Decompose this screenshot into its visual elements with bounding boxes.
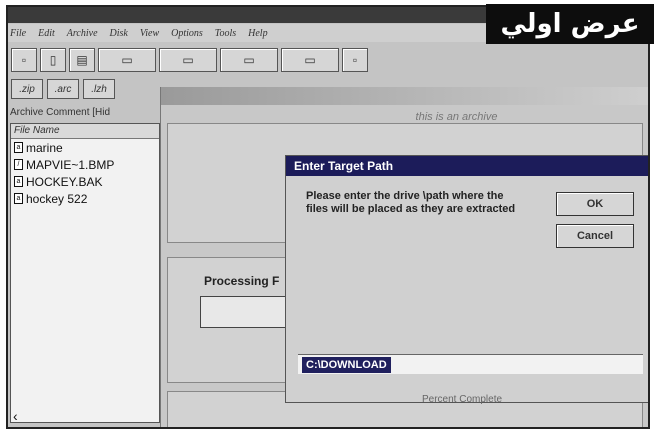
add-icon: ▭ <box>121 53 133 67</box>
printer-icon: ▤ <box>76 53 88 67</box>
file-name: MAPVIE~1.BMP <box>26 157 115 172</box>
zip-format-button[interactable]: .zip <box>11 79 43 99</box>
list-item[interactable]: a HOCKEY.BAK <box>11 173 159 190</box>
file-icon: a <box>14 176 23 187</box>
menu-options[interactable]: Options <box>171 28 203 39</box>
menu-archive[interactable]: Archive <box>67 28 98 39</box>
cancel-button[interactable]: Cancel <box>556 224 634 248</box>
dialog-message: Please enter the drive \path where the f… <box>306 190 516 215</box>
lzh-format-button[interactable]: .lzh <box>83 79 115 99</box>
add-files-button[interactable]: ▭ <box>98 48 156 72</box>
list-item[interactable]: / MAPVIE~1.BMP <box>11 156 159 173</box>
menu-disk[interactable]: Disk <box>110 28 128 39</box>
arc-format-button[interactable]: .arc <box>47 79 79 99</box>
menu-edit[interactable]: Edit <box>38 28 55 39</box>
main-toolbar: ▫ ▯ ▤ ▭ ▭ ▭ ▭ ▫ <box>8 45 648 75</box>
print-button[interactable]: ▤ <box>69 48 95 72</box>
archive-info-title-bar <box>161 87 648 105</box>
image-file-icon: / <box>14 159 23 170</box>
percent-complete-label: Percent Complete <box>422 394 503 405</box>
menu-tools[interactable]: Tools <box>215 28 236 39</box>
new-icon: ▫ <box>21 53 27 67</box>
file-name: HOCKEY.BAK <box>26 174 103 189</box>
open-icon: ▯ <box>49 53 57 67</box>
scroll-left-arrow-icon[interactable]: ‹ <box>13 408 18 424</box>
ok-button[interactable]: OK <box>556 192 634 216</box>
caption-badge: عرض اولي <box>486 4 654 44</box>
file-icon: a <box>14 193 23 204</box>
enter-target-path-dialog: Enter Target Path Please enter the drive… <box>285 155 648 405</box>
wizard-button[interactable]: ▫ <box>342 48 368 72</box>
extract-button[interactable]: ▭ <box>159 48 217 72</box>
list-item[interactable]: a hockey 522 <box>11 190 159 207</box>
file-icon: a <box>14 142 23 153</box>
dialog-title: Enter Target Path <box>286 156 648 176</box>
target-path-input[interactable]: C:\DOWNLOAD <box>298 354 643 374</box>
list-item[interactable]: a marine <box>11 139 159 156</box>
processing-field <box>200 296 290 328</box>
file-name-column-header[interactable]: File Name <box>11 124 159 139</box>
target-path-value: C:\DOWNLOAD <box>302 357 391 373</box>
checkout-icon: ▭ <box>304 53 316 67</box>
file-name: hockey 522 <box>26 191 88 206</box>
new-archive-button[interactable]: ▫ <box>11 48 37 72</box>
menu-view[interactable]: View <box>140 28 159 39</box>
view-button[interactable]: ▭ <box>220 48 278 72</box>
wizard-icon: ▫ <box>352 53 358 67</box>
processing-label: Processing F <box>204 274 280 288</box>
archive-info-subtitle: this is an archive <box>415 111 498 123</box>
menu-help[interactable]: Help <box>248 28 267 39</box>
file-list: File Name a marine / MAPVIE~1.BMP a HOCK… <box>10 123 160 424</box>
archive-comment-label: Archive Comment [Hid <box>10 107 111 118</box>
app-window: File Edit Archive Disk View Options Tool… <box>6 5 650 429</box>
file-name: marine <box>26 140 63 155</box>
open-archive-button[interactable]: ▯ <box>40 48 66 72</box>
extract-icon: ▭ <box>182 53 194 67</box>
menu-file[interactable]: File <box>10 28 26 39</box>
checkout-button[interactable]: ▭ <box>281 48 339 72</box>
format-toolbar: .zip .arc .lzh <box>8 79 158 103</box>
view-icon: ▭ <box>243 53 255 67</box>
